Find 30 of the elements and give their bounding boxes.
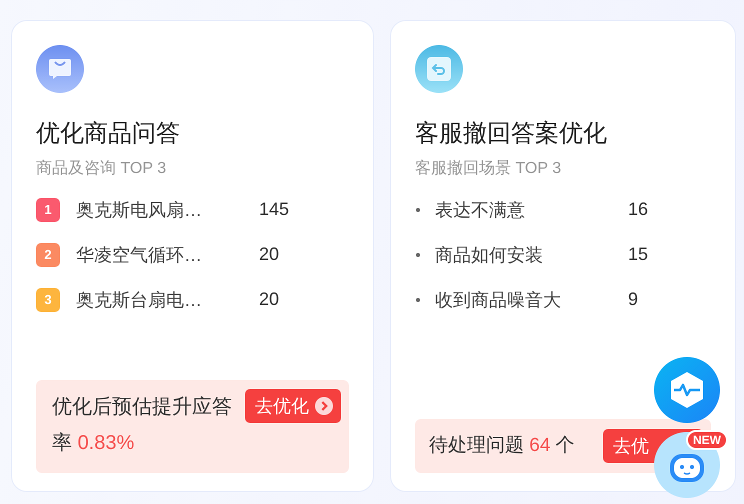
card-title: 优化商品问答 — [36, 119, 181, 149]
rank-badge: 2 — [36, 242, 60, 266]
item-count: 9 — [628, 289, 638, 310]
card-subtitle: 客服撤回场景 TOP 3 — [415, 159, 562, 179]
undo-icon — [415, 45, 463, 93]
new-badge: NEW — [686, 430, 728, 450]
shopping-bag-icon — [36, 45, 84, 93]
item-name: 奥克斯台扇电… — [76, 288, 203, 312]
item-count: 16 — [628, 199, 648, 220]
item-count: 15 — [628, 244, 648, 265]
item-name: 华凌空气循环… — [76, 244, 203, 266]
card-subtitle: 商品及咨询 TOP 3 — [36, 159, 168, 179]
footer-text: 优化后预估提升应答率 0.83% — [52, 395, 233, 456]
item-count: 20 — [259, 244, 280, 265]
item-count: 20 — [259, 289, 280, 310]
heartbeat-button[interactable] — [654, 357, 720, 423]
chevron-icon — [315, 397, 333, 415]
item-name: 奥克斯电风扇… — [76, 198, 203, 222]
bullet-icon — [416, 208, 420, 212]
item-name: 表达不满意 — [435, 198, 526, 222]
bullet-icon — [416, 252, 420, 256]
optimize-button[interactable]: 去优化 — [245, 389, 341, 423]
item-name: 收到商品噪音大 — [435, 288, 562, 312]
bullet-icon — [416, 298, 420, 302]
rank-badge: 1 — [36, 198, 60, 222]
card-title: 客服撤回答案优化 — [415, 119, 608, 149]
footer-text: 待处理问题 64 个 — [429, 434, 575, 458]
item-count: 145 — [259, 199, 290, 220]
rank-badge: 3 — [36, 288, 60, 312]
item-name: 商品如何安装 — [435, 244, 544, 266]
